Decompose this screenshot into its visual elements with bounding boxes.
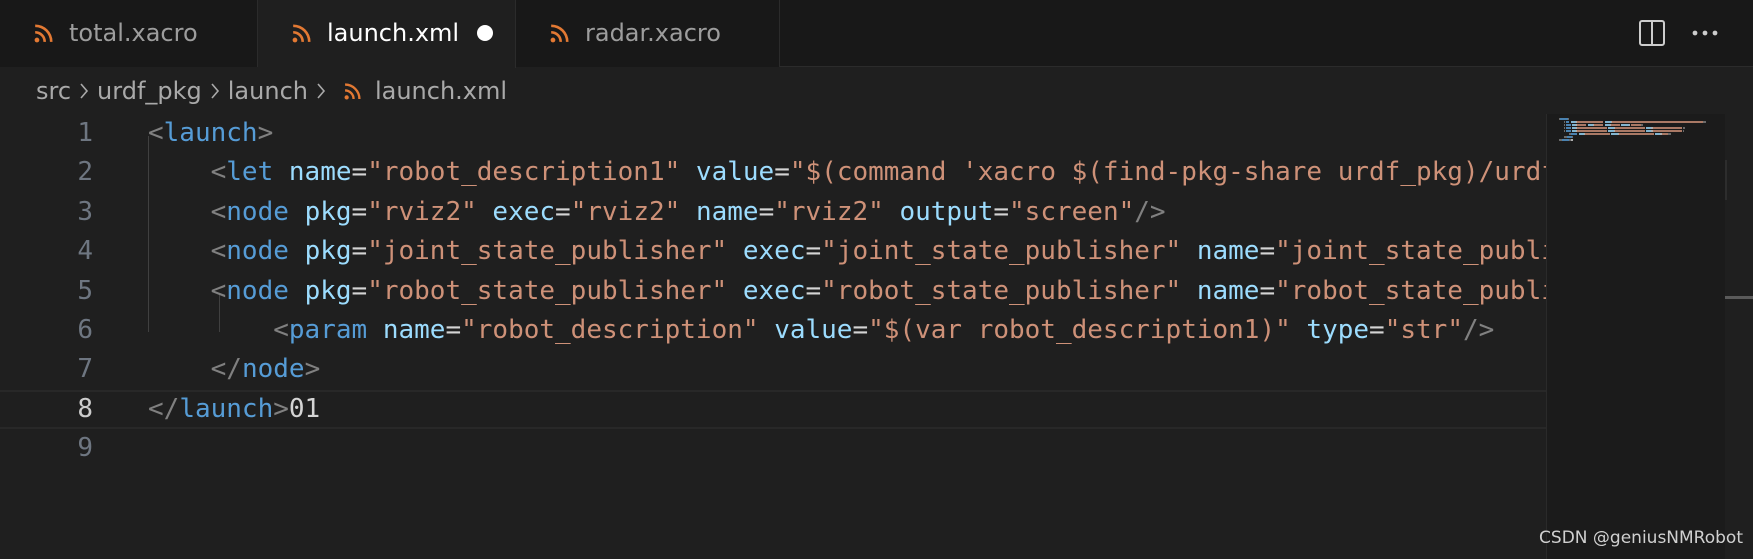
code-editor[interactable]: 1 <launch> 2 <let name="robot_description1… (0, 114, 1546, 559)
scrollbar-overview-ruler (1725, 160, 1753, 200)
line-number: 5 (77, 275, 93, 306)
code-line[interactable]: 1 <launch> (0, 114, 1546, 153)
minimap-stroke (1611, 124, 1621, 126)
code-text: <param name="robot_description" value="$… (273, 315, 1495, 345)
rss-icon (344, 82, 361, 99)
minimap-stroke (1652, 127, 1683, 129)
chevron-right-icon (80, 83, 89, 99)
code-line[interactable]: 5 <node pkg="robot_state_publisher" exec… (0, 272, 1546, 311)
minimap-stroke (1565, 130, 1571, 132)
code-line[interactable]: 4 <node pkg="joint_state_publisher" exec… (0, 232, 1546, 271)
minimap-stroke (1570, 139, 1574, 141)
watermark: CSDN @geniusNMRobot (1539, 528, 1743, 548)
minimap-stroke (1668, 133, 1671, 135)
breadcrumb-file-label: launch.xml (374, 77, 508, 105)
editor-tab-bar: total.xacro launch.xml radar.xacro (0, 0, 1753, 68)
minimap-stroke (1618, 133, 1654, 135)
tab-total-xacro[interactable]: total.xacro (0, 0, 258, 67)
breadcrumb-item-file[interactable]: launch.xml (334, 77, 507, 105)
code-line[interactable]: 9 (0, 429, 1546, 468)
tab-label: radar.xacro (585, 19, 721, 47)
minimap-stroke (1640, 124, 1644, 126)
chevron-right-icon (211, 83, 219, 99)
line-number: 8 (77, 393, 93, 424)
code-line[interactable]: 2 <let name="robot_description1" value="… (0, 153, 1546, 192)
minimap-stroke (1577, 127, 1608, 129)
code-text: <let name="robot_description1" value="$(… (210, 157, 1546, 188)
rss-icon (34, 24, 53, 43)
scrollbar-thumb[interactable] (1725, 296, 1753, 299)
breadcrumb-item-src[interactable]: src (36, 77, 71, 105)
line-number: 4 (77, 236, 93, 267)
unsaved-dot-icon[interactable] (477, 25, 493, 41)
code-text: <launch> (148, 118, 274, 148)
tab-radar-xacro[interactable]: radar.xacro (516, 0, 780, 67)
code-line[interactable]: 3 <node pkg="rviz2" exec="rviz2" name="r… (0, 193, 1546, 232)
minimap-stroke (1682, 127, 1686, 129)
minimap-stroke (1565, 121, 1570, 123)
minimap-stroke (1577, 130, 1608, 132)
code-line[interactable]: 7 </node> (0, 350, 1546, 389)
rss-icon (550, 24, 569, 43)
tab-launch-xml[interactable]: launch.xml (258, 0, 516, 68)
code-line[interactable]: 6 <param name="robot_description" value=… (0, 311, 1546, 350)
breadcrumb-item-urdf-pkg[interactable]: urdf_pkg (97, 77, 202, 105)
line-number: 1 (77, 118, 93, 148)
tab-label: launch.xml (327, 19, 460, 47)
minimap-stroke (1614, 130, 1645, 132)
line-number: 9 (77, 433, 93, 464)
minimap-stroke (1577, 124, 1587, 126)
tab-label: total.xacro (69, 19, 198, 47)
minimap-stroke (1594, 124, 1604, 126)
minimap-stroke (1560, 118, 1569, 120)
line-number: 6 (77, 315, 93, 345)
breadcrumb-item-launch[interactable]: launch (228, 77, 308, 105)
minimap-stroke (1561, 139, 1570, 141)
minimap-stroke (1570, 133, 1578, 135)
minimap-stroke (1565, 127, 1571, 129)
code-line[interactable]: 8 </launch>01 (0, 390, 1546, 429)
minimap-stroke (1585, 133, 1610, 135)
line-number: 2 (77, 157, 93, 188)
minimap-stroke (1572, 136, 1574, 138)
minimap-stroke (1621, 124, 1630, 126)
minimap-stroke (1612, 121, 1704, 123)
minimap-stroke (1703, 121, 1706, 123)
minimap-stroke (1577, 121, 1604, 123)
split-editor-icon[interactable] (1635, 16, 1669, 50)
minimap-stroke (1568, 118, 1570, 120)
code-text: <node pkg="robot_state_publisher" exec="… (210, 275, 1546, 306)
minimap-stroke (1682, 130, 1684, 132)
more-actions-icon[interactable] (1688, 16, 1722, 50)
line-number: 7 (77, 354, 93, 385)
minimap[interactable] (1546, 114, 1725, 559)
minimap-stroke (1565, 124, 1571, 126)
chevron-right-icon (317, 83, 326, 99)
code-text: </node> (210, 354, 321, 385)
breadcrumb: src urdf_pkg launch launch.xml (0, 68, 1753, 114)
code-text: <node pkg="rviz2" exec="rviz2" name="rvi… (210, 196, 1166, 227)
rss-icon (292, 24, 311, 43)
line-number: 3 (77, 196, 93, 227)
minimap-stroke (1614, 127, 1645, 129)
code-text: <node pkg="joint_state_publisher" exec="… (210, 236, 1546, 267)
minimap-stroke (1652, 130, 1683, 132)
code-text: </launch>01 (148, 393, 321, 424)
minimap-stroke (1630, 124, 1641, 126)
